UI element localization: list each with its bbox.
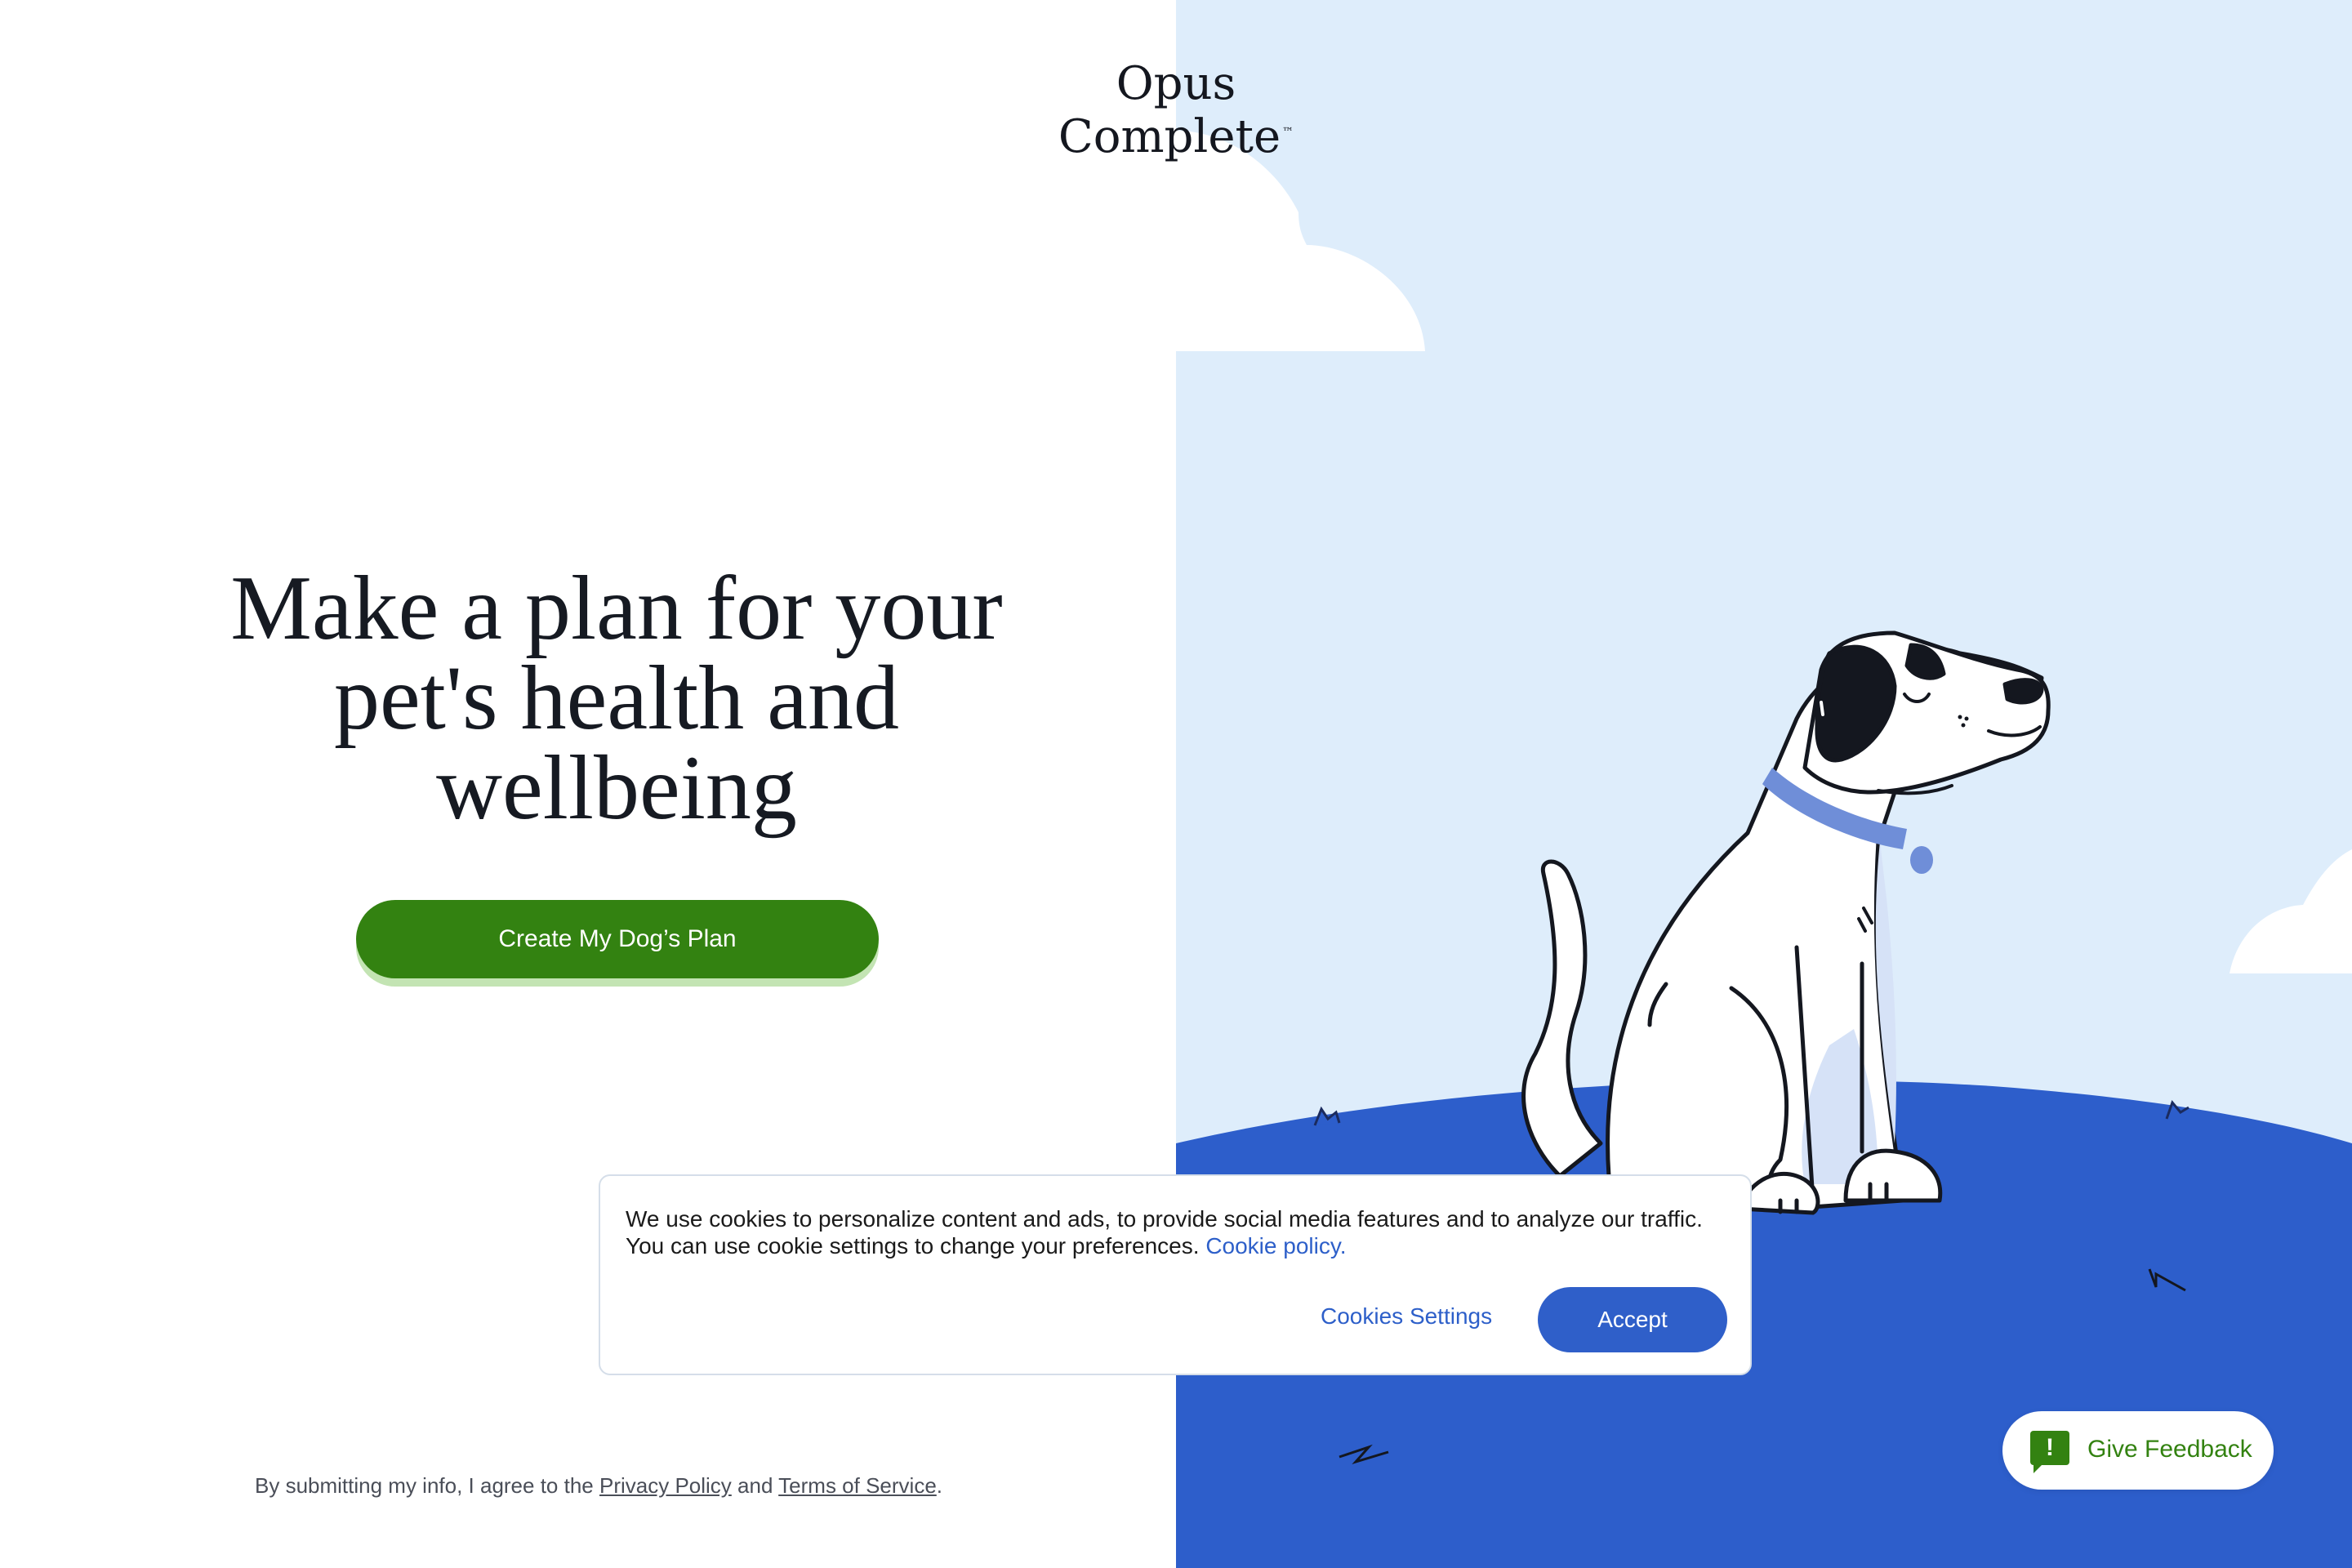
cookie-message: We use cookies to personalize content an… [626,1205,1744,1259]
cookies-settings-button[interactable]: Cookies Settings [1307,1295,1505,1338]
dog-nose [2002,678,2044,705]
dog-muzzle-dot [1964,716,1969,721]
legal-middle: and [731,1473,779,1498]
feedback-icon: ! [2030,1431,2069,1473]
privacy-policy-link[interactable]: Privacy Policy [599,1473,732,1498]
dog-muzzle-dot [1961,723,1966,728]
accept-cookies-button[interactable]: Accept [1538,1287,1727,1352]
create-plan-button[interactable]: Create My Dog’s Plan [356,900,879,978]
dog-muzzle-dot [1958,715,1962,719]
cloud-left [1176,131,1425,351]
grass-tuft [1313,1106,1341,1126]
terms-of-service-link[interactable]: Terms of Service [778,1473,937,1498]
dog-ear-highlight [1820,701,1824,716]
cookie-banner: We use cookies to personalize content an… [599,1174,1752,1375]
brand-logo[interactable]: Opus Complete ™ [1013,57,1339,163]
cloud-right [2230,849,2352,973]
page-headline: Make a plan for your pet's health and we… [230,558,1003,839]
cookie-message-text: We use cookies to personalize content an… [626,1206,1703,1258]
legal-disclaimer: By submitting my info, I agree to the Pr… [255,1473,942,1499]
trademark-symbol: ™ [1282,126,1294,140]
legal-prefix: By submitting my info, I agree to the [255,1473,599,1498]
legal-suffix: . [936,1473,943,1498]
cookie-policy-link[interactable]: Cookie policy. [1205,1233,1346,1258]
brand-name: Opus Complete [1058,57,1281,163]
give-feedback-button[interactable]: ! Give Feedback [2002,1411,2274,1490]
give-feedback-label: Give Feedback [2087,1436,2252,1463]
dog-tail [1521,859,1603,1178]
dog-collar-tag [1910,846,1933,874]
